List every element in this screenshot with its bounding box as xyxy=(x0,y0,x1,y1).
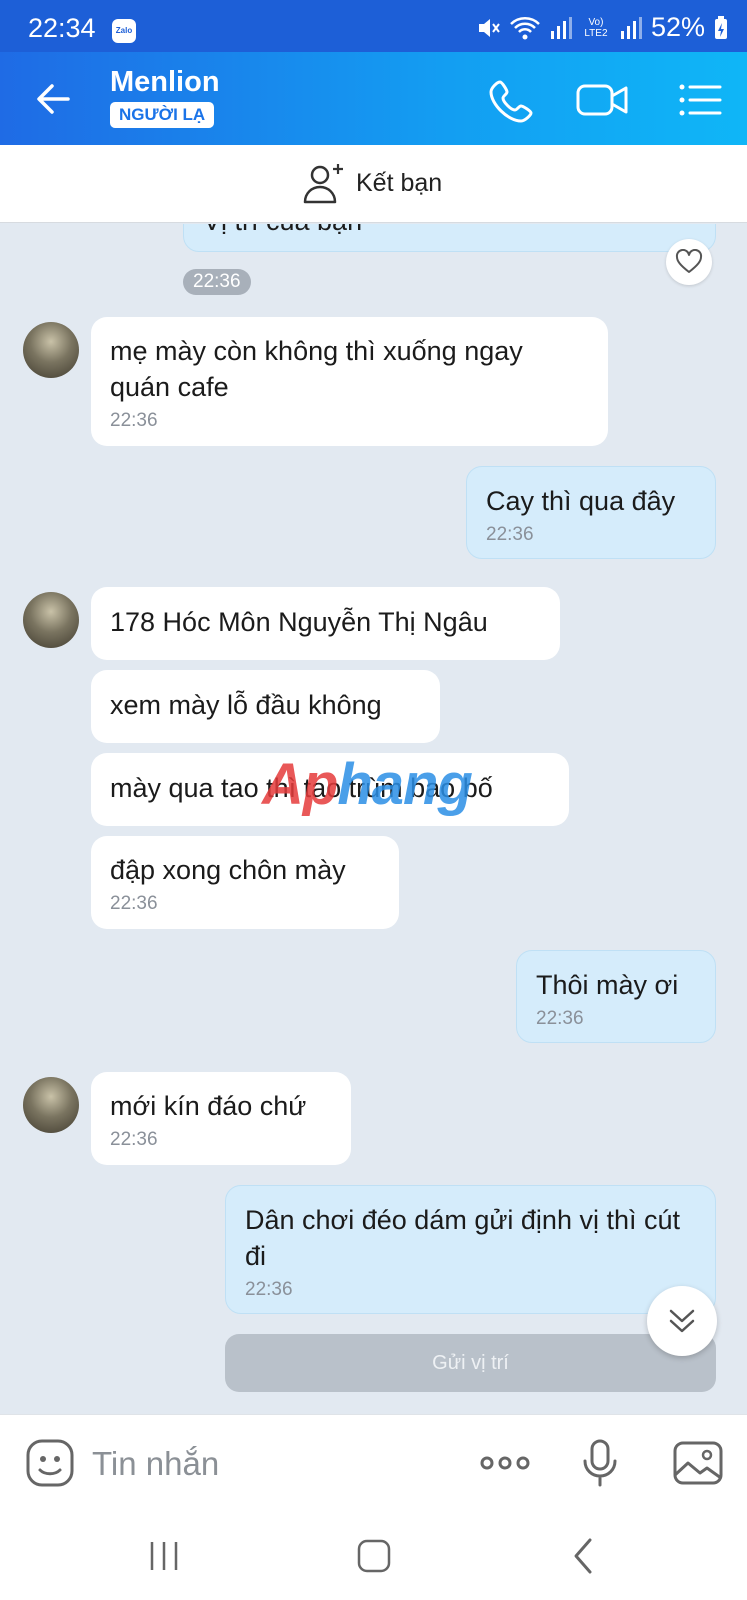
message-bubble-incoming[interactable]: mới kín đáo chứ 22:36 xyxy=(91,1072,351,1165)
signal-icon-2 xyxy=(620,16,642,39)
message-composer: Tin nhắn xyxy=(0,1414,747,1510)
wifi-icon xyxy=(510,16,540,39)
message-text: mẹ mày còn không thì xuống ngay quán caf… xyxy=(110,336,523,402)
heart-reaction-icon[interactable] xyxy=(666,239,712,285)
message-bubble-outgoing[interactable]: Cay thì qua đây 22:36 xyxy=(466,466,716,559)
chat-area[interactable]: Vị trí của bạn 22:36 mẹ mày còn không th… xyxy=(0,224,747,1414)
avatar[interactable] xyxy=(23,592,79,648)
more-options-icon[interactable] xyxy=(477,1437,533,1489)
message-bubble-incoming[interactable]: xem mày lỗ đầu không xyxy=(91,670,440,743)
video-call-icon[interactable] xyxy=(575,76,631,124)
phone-icon[interactable] xyxy=(488,76,536,124)
message-text: xem mày lỗ đầu không xyxy=(110,690,382,720)
message-input[interactable]: Tin nhắn xyxy=(92,1445,219,1483)
system-nav-bar xyxy=(0,1510,747,1600)
send-location-button[interactable]: Gửi vị trí xyxy=(225,1334,716,1392)
status-bar: 22:34 Zalo Vo) LTE2 52% xyxy=(0,0,747,52)
message-time: 22:36 xyxy=(486,524,534,545)
message-bubble-outgoing[interactable]: Thôi mày ơi 22:36 xyxy=(516,950,716,1043)
mute-icon xyxy=(478,18,500,37)
message-bubble-incoming[interactable]: đập xong chôn mày 22:36 xyxy=(91,836,399,929)
message-time: 22:36 xyxy=(110,410,158,431)
message-text: đập xong chôn mày xyxy=(110,855,346,885)
message-time: 22:36 xyxy=(110,1129,158,1150)
avatar[interactable] xyxy=(23,1077,79,1133)
battery-charging-icon xyxy=(715,15,727,39)
message-time: 22:36 xyxy=(536,1008,584,1029)
message-text: Thôi mày ơi xyxy=(536,970,679,1000)
time-chip: 22:36 xyxy=(183,269,251,295)
message-bubble-incoming[interactable]: 178 Hóc Môn Nguyễn Thị Ngâu xyxy=(91,587,560,660)
add-friend-button[interactable]: Kết bạn xyxy=(302,162,442,204)
status-time: 22:34 xyxy=(28,13,96,43)
sticker-emoji-icon[interactable] xyxy=(24,1437,76,1489)
partial-message-text: Vị trí của bạn xyxy=(203,224,362,236)
message-text: Dân chơi đéo dám gửi định vị thì cút đi xyxy=(245,1205,681,1271)
signal-icon xyxy=(550,16,572,39)
gallery-image-icon[interactable] xyxy=(672,1437,724,1489)
message-text: mới kín đáo chứ xyxy=(110,1091,307,1121)
message-bubble-outgoing[interactable]: Dân chơi đéo dám gửi định vị thì cút đi … xyxy=(225,1185,716,1314)
back-nav-icon[interactable] xyxy=(562,1534,606,1578)
contact-name[interactable]: Menlion xyxy=(110,66,220,99)
message-text: Cay thì qua đây xyxy=(486,486,676,516)
watermark: Aphang xyxy=(262,751,473,818)
message-bubble-partial[interactable]: Vị trí của bạn xyxy=(183,224,716,252)
lte-label: Vo) LTE2 xyxy=(584,16,608,39)
message-time: 22:36 xyxy=(110,893,158,914)
home-icon[interactable] xyxy=(352,1534,396,1578)
back-arrow-icon[interactable] xyxy=(30,74,80,124)
menu-list-icon[interactable] xyxy=(676,76,724,124)
watermark-part1: Ap xyxy=(262,752,338,817)
scroll-to-bottom-icon[interactable] xyxy=(647,1286,717,1356)
avatar[interactable] xyxy=(23,322,79,378)
battery-percent: 52% xyxy=(650,12,705,42)
add-friend-bar: Kết bạn xyxy=(0,145,747,223)
message-bubble-incoming[interactable]: mẹ mày còn không thì xuống ngay quán caf… xyxy=(91,317,608,446)
message-time: 22:36 xyxy=(245,1279,293,1300)
watermark-part2: hang xyxy=(337,752,473,817)
stranger-badge: NGƯỜI LẠ xyxy=(110,102,215,128)
recent-apps-icon[interactable] xyxy=(142,1534,186,1578)
add-friend-label: Kết bạn xyxy=(356,168,443,197)
message-text: 178 Hóc Môn Nguyễn Thị Ngâu xyxy=(110,607,488,637)
add-user-icon xyxy=(303,164,343,204)
chat-header: Menlion NGƯỜI LẠ xyxy=(0,52,747,145)
status-icons: Vo) LTE2 52% xyxy=(475,12,729,43)
microphone-icon[interactable] xyxy=(574,1437,626,1489)
zalo-notification-icon: Zalo xyxy=(112,19,136,43)
